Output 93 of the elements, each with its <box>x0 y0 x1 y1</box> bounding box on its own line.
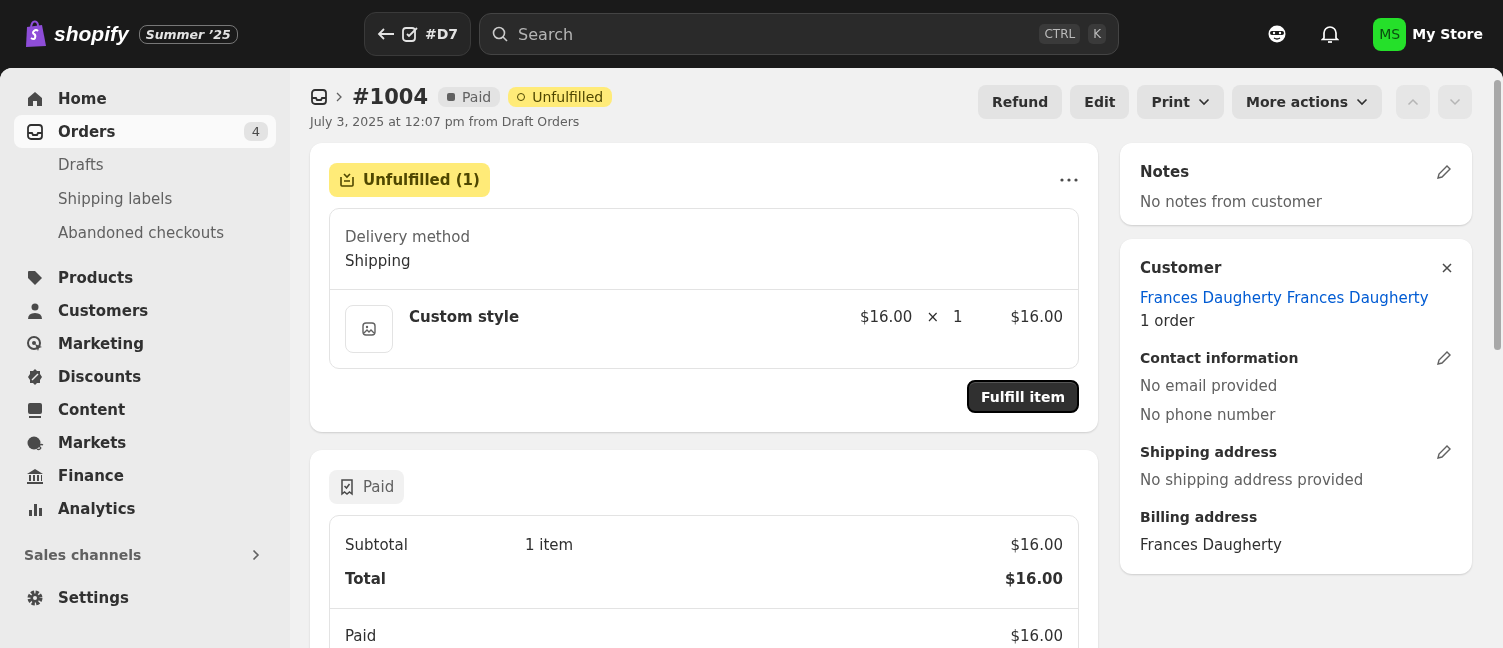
paid-badge: Paid <box>329 470 405 504</box>
summary-label: Subtotal <box>345 535 409 556</box>
status-badge: Unfulfilled <box>508 87 613 107</box>
brand-name: shopify <box>54 22 129 46</box>
bell-icon[interactable] <box>1321 24 1340 44</box>
unfulfilled-badge: Unfulfilled (1) <box>329 163 490 197</box>
summary-amount: $16.00 <box>1010 626 1063 647</box>
edit-icon[interactable] <box>1436 350 1452 366</box>
edit-icon[interactable] <box>1436 444 1452 460</box>
edition-badge: Summer ’25 <box>138 24 238 44</box>
nav-item[interactable]: Discounts <box>14 360 276 393</box>
info-line: Frances Daugherty <box>1140 535 1283 556</box>
status-badge: Paid <box>438 87 501 107</box>
nav-item[interactable]: Orders 4 <box>14 115 276 148</box>
notes-text: No notes from customer <box>1140 193 1323 211</box>
target-icon <box>26 334 44 353</box>
settings-item[interactable]: Settings <box>14 581 276 614</box>
summary-label: Paid <box>345 626 378 647</box>
edit-icon[interactable] <box>1436 164 1452 180</box>
keyboard-key: K <box>1088 24 1107 44</box>
product-name[interactable]: Custom style <box>409 305 860 329</box>
customer-link[interactable]: Frances Daugherty Frances Daugherty <box>1140 289 1452 307</box>
nav-subitem[interactable]: Abandoned checkouts <box>14 216 276 250</box>
summary-amount: $16.00 <box>1005 569 1063 590</box>
inbox-icon <box>310 88 328 106</box>
receipt-check-icon <box>339 478 355 496</box>
delivery-method-label: Delivery method <box>345 227 471 248</box>
order-title: #1004 <box>352 85 429 109</box>
section-title: Contact information <box>1140 349 1299 368</box>
back-button[interactable]: #D7 <box>364 12 472 56</box>
bank-icon <box>26 466 44 485</box>
close-icon[interactable] <box>1442 263 1452 273</box>
action-button[interactable]: More actions <box>1232 85 1382 119</box>
chevron-down-icon <box>1449 98 1461 106</box>
action-button[interactable]: Edit <box>1070 85 1130 119</box>
nav-item[interactable]: Marketing <box>14 327 276 360</box>
nav-item[interactable]: Content <box>14 393 276 426</box>
search-input[interactable]: Search <box>516 23 1032 45</box>
section-title: Billing address <box>1140 508 1258 527</box>
action-button[interactable]: Refund <box>978 85 1063 119</box>
keyboard-key: CTRL <box>1039 24 1081 44</box>
order-count-text: 1 order <box>1140 311 1196 332</box>
order-count: 4 <box>243 122 268 141</box>
nav-item[interactable]: Analytics <box>14 492 276 525</box>
caret-icon <box>1356 98 1368 106</box>
inbox-icon <box>26 122 44 141</box>
nav-item[interactable]: Finance <box>14 459 276 492</box>
caret-icon <box>1198 98 1210 106</box>
arrow-left-icon <box>377 27 395 41</box>
gear-icon <box>26 588 44 607</box>
section-title: Shipping address <box>1140 443 1278 462</box>
monitor-icon <box>26 400 44 419</box>
fulfill-item-button[interactable]: Fulfill item <box>966 380 1079 413</box>
nav-item[interactable]: Markets <box>14 426 276 459</box>
card-title: Notes <box>1140 163 1190 181</box>
store-avatar[interactable]: MS <box>1373 17 1407 51</box>
discount-icon <box>26 367 44 386</box>
action-button[interactable]: Print <box>1137 85 1224 119</box>
unit-price: $16.00 <box>859 307 913 328</box>
summary-amount: $16.00 <box>1010 535 1063 556</box>
breadcrumb-chevron-icon <box>336 92 342 102</box>
image-icon <box>361 321 377 337</box>
summary-detail: 1 item <box>525 536 574 554</box>
person-icon <box>26 301 44 320</box>
search-icon <box>492 26 509 42</box>
search-bar[interactable]: Search CTRL K <box>479 13 1120 55</box>
order-date: July 3, 2025 at 12:07 pm from Draft Orders <box>310 114 581 129</box>
multiply-sign: × <box>926 307 939 328</box>
shopping-bag-icon <box>24 20 48 48</box>
nav-item[interactable]: Customers <box>14 294 276 327</box>
section-heading[interactable]: Sales channels <box>24 547 142 563</box>
chevron-up-icon <box>1407 98 1419 106</box>
edit-note-icon <box>401 25 419 43</box>
info-line: No email provided <box>1140 376 1279 397</box>
card-title: Customer <box>1140 259 1222 277</box>
nav-subitem[interactable]: Shipping labels <box>14 182 276 216</box>
store-name[interactable]: My Store <box>1412 26 1483 42</box>
summary-label: Total <box>345 569 387 590</box>
nav-subitem[interactable]: Drafts <box>14 148 276 182</box>
scrollbar-thumb[interactable] <box>1494 80 1501 350</box>
package-icon <box>339 172 355 188</box>
chevron-right-icon[interactable] <box>252 549 260 561</box>
masked-face-icon[interactable] <box>1267 24 1288 44</box>
info-line: No phone number <box>1140 405 1277 426</box>
info-line: No shipping address provided <box>1140 470 1365 491</box>
delivery-method: Shipping <box>345 251 412 272</box>
more-options-icon[interactable] <box>1059 177 1079 183</box>
home-icon <box>26 89 44 108</box>
quantity: 1 <box>953 307 964 328</box>
nav-item[interactable]: Products <box>14 261 276 294</box>
nav-item[interactable]: Home <box>14 82 276 115</box>
line-total: $16.00 <box>1009 307 1063 328</box>
tag-icon <box>26 268 44 287</box>
